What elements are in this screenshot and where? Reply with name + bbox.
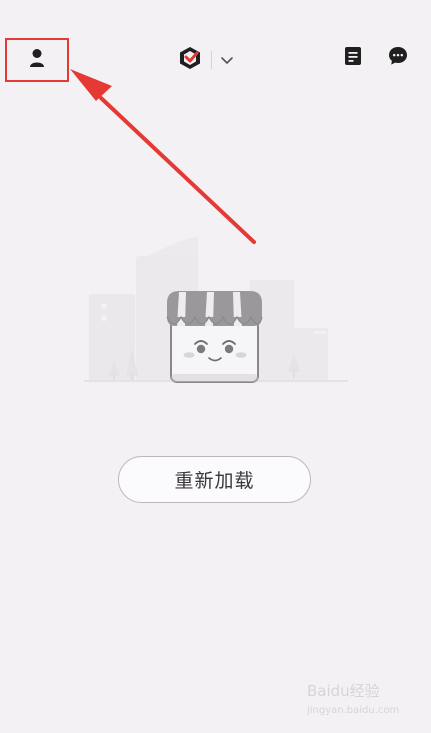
reload-button[interactable]: 重新加载 — [118, 456, 311, 503]
brand-logo-icon — [177, 45, 203, 75]
header-actions — [342, 47, 409, 69]
user-profile-button[interactable] — [5, 38, 69, 82]
notes-button[interactable] — [342, 47, 364, 69]
top-header — [0, 32, 431, 88]
status-bar-left — [34, 0, 174, 8]
status-bar-right — [307, 0, 397, 8]
brand-switcher[interactable] — [177, 46, 247, 74]
baidu-watermark: Baidu经验 jingyan.baidu.com — [306, 677, 403, 719]
watermark-subtext: jingyan.baidu.com — [307, 705, 399, 716]
reload-button-label: 重新加载 — [174, 470, 255, 492]
chat-icon — [387, 45, 409, 71]
empty-state-illustration — [84, 236, 348, 386]
logo-divider — [211, 51, 212, 69]
chevron-down-icon[interactable] — [220, 51, 234, 70]
messages-button[interactable] — [387, 47, 409, 69]
user-icon — [28, 47, 46, 73]
notes-icon — [344, 46, 362, 70]
watermark-text: Baidu经验 — [307, 682, 380, 700]
